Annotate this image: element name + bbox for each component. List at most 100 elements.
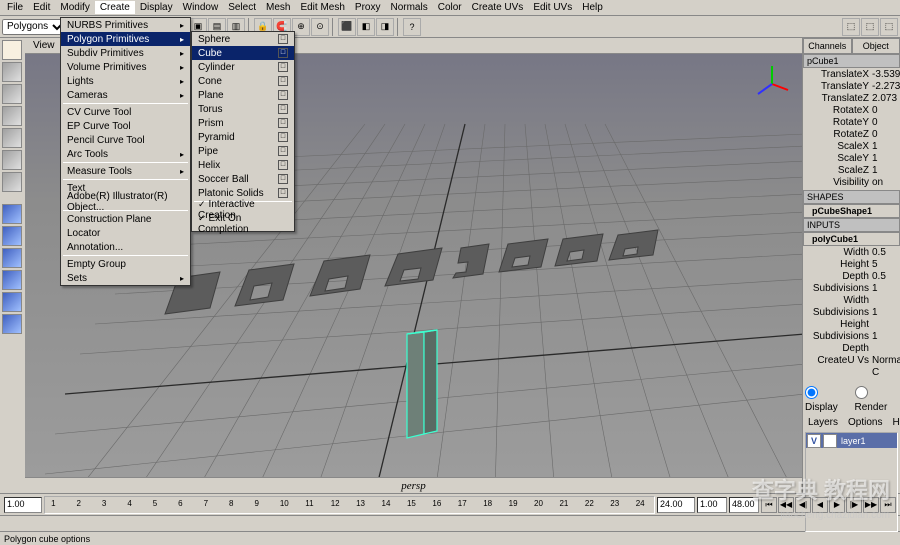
tab-channels[interactable]: Channels (803, 38, 852, 54)
attr-value[interactable]: 1 (869, 331, 897, 355)
layout-hyper-icon[interactable] (2, 292, 22, 312)
menu-mesh[interactable]: Mesh (261, 1, 295, 14)
layer-menu-item[interactable]: Options (845, 417, 885, 428)
menu-item[interactable]: Volume Primitives (61, 60, 190, 74)
attr-value[interactable]: 5 (869, 259, 897, 271)
menu-edit mesh[interactable]: Edit Mesh (295, 1, 349, 14)
layer-row[interactable]: V layer1 (806, 433, 897, 448)
viewport-menu-item[interactable]: View (29, 40, 59, 51)
submenu-item[interactable]: Prism□ (192, 116, 294, 130)
submenu-item[interactable]: Helix□ (192, 158, 294, 172)
menu-window[interactable]: Window (178, 1, 224, 14)
render-radio[interactable]: Render (855, 386, 899, 413)
layer-type-icon[interactable] (823, 434, 837, 448)
submenu-item[interactable]: Cube□ (192, 46, 294, 60)
attr-value[interactable]: 1 (869, 153, 897, 165)
attr-value[interactable]: -2.273 (869, 81, 897, 93)
timeline-ruler[interactable]: 123456789101112131415161718192021222324 (44, 496, 655, 514)
menu-item[interactable]: Arc Tools (61, 147, 190, 161)
shape-node[interactable]: pCubeShape1 (803, 204, 900, 218)
menu-edit uvs[interactable]: Edit UVs (528, 1, 577, 14)
input-node[interactable]: polyCube1 (803, 232, 900, 246)
submenu-item[interactable]: Soccer Ball□ (192, 172, 294, 186)
tool-icon[interactable]: ⬚ (842, 18, 860, 36)
attr-value[interactable]: -3.539 (869, 69, 897, 81)
attr-value[interactable]: 1 (869, 165, 897, 177)
submenu-item[interactable]: Cylinder□ (192, 60, 294, 74)
attr-value[interactable]: 2.073 (869, 93, 897, 105)
menu-item[interactable]: Locator (61, 226, 190, 240)
scale-tool-icon[interactable] (2, 128, 22, 148)
submenu-item[interactable]: Cone□ (192, 74, 294, 88)
tool-icon[interactable]: ◧ (357, 18, 375, 36)
menu-item[interactable]: Annotation... (61, 240, 190, 254)
menu-item[interactable]: CV Curve Tool (61, 105, 190, 119)
anim-start-field[interactable]: 1.00 (697, 497, 727, 513)
tab-object[interactable]: Object (852, 38, 900, 54)
attr-value[interactable]: 1 (869, 283, 897, 307)
submenu-item[interactable]: Plane□ (192, 88, 294, 102)
menu-item[interactable]: NURBS Primitives (61, 18, 190, 32)
tool-icon[interactable]: ◨ (376, 18, 394, 36)
range-end-field[interactable]: 24.00 (657, 497, 695, 513)
menu-create uvs[interactable]: Create UVs (467, 1, 529, 14)
layer-menu-item[interactable]: Help (889, 417, 900, 428)
menu-item[interactable]: Pencil Curve Tool (61, 133, 190, 147)
menu-file[interactable]: File (2, 1, 28, 14)
menu-item[interactable]: Measure Tools (61, 164, 190, 178)
manip-tool-icon[interactable] (2, 150, 22, 170)
menu-item[interactable]: Subdiv Primitives (61, 46, 190, 60)
layout-four-icon[interactable] (2, 226, 22, 246)
soft-tool-icon[interactable] (2, 172, 22, 192)
move-tool-icon[interactable] (2, 84, 22, 104)
select-tool-icon[interactable] (2, 40, 22, 60)
submenu-item[interactable]: Sphere□ (192, 32, 294, 46)
attr-value[interactable]: 0.5 (869, 247, 897, 259)
node-name[interactable]: pCube1 (803, 54, 900, 68)
layout-outliner-icon[interactable] (2, 270, 22, 290)
menu-display[interactable]: Display (135, 1, 178, 14)
menu-edit[interactable]: Edit (28, 1, 55, 14)
menu-select[interactable]: Select (223, 1, 261, 14)
menu-create[interactable]: Create (95, 1, 135, 14)
attr-value[interactable]: Normalize C (869, 355, 897, 379)
range-start-field[interactable]: 1.00 (4, 497, 42, 513)
submenu-item[interactable]: Pyramid□ (192, 130, 294, 144)
menu-item[interactable]: Construction Plane (61, 212, 190, 226)
tool-icon[interactable]: ⬛ (338, 18, 356, 36)
tool-icon[interactable]: ⊙ (311, 18, 329, 36)
rotate-tool-icon[interactable] (2, 106, 22, 126)
menu-help[interactable]: Help (577, 1, 608, 14)
layout-graph-icon[interactable] (2, 314, 22, 334)
attr-value[interactable]: 0 (869, 105, 897, 117)
attr-value[interactable]: 1 (869, 307, 897, 331)
menu-color[interactable]: Color (433, 1, 467, 14)
submenu-item[interactable]: Exit On Completion (192, 217, 294, 231)
tool-icon[interactable]: ? (403, 18, 421, 36)
tool-icon[interactable]: ⬚ (861, 18, 879, 36)
menu-item[interactable]: Polygon Primitives (61, 32, 190, 46)
menu-modify[interactable]: Modify (55, 1, 94, 14)
menu-proxy[interactable]: Proxy (350, 1, 386, 14)
layer-menu-item[interactable]: Layers (805, 417, 841, 428)
command-line[interactable] (0, 515, 900, 531)
attr-value[interactable]: 0 (869, 117, 897, 129)
menu-item[interactable]: Empty Group (61, 257, 190, 271)
display-radio[interactable]: Display (805, 386, 849, 413)
module-selector[interactable]: Polygons (2, 19, 66, 35)
submenu-item[interactable]: Platonic Solids□ (192, 186, 294, 200)
submenu-item[interactable]: Pipe□ (192, 144, 294, 158)
menu-item[interactable]: Adobe(R) Illustrator(R) Object... (61, 195, 190, 209)
attr-value[interactable]: on (869, 177, 897, 189)
attr-value[interactable]: 0.5 (869, 271, 897, 283)
menu-item[interactable]: EP Curve Tool (61, 119, 190, 133)
layer-visibility-icon[interactable]: V (807, 434, 821, 448)
menu-item[interactable]: Lights (61, 74, 190, 88)
attr-value[interactable]: 1 (869, 141, 897, 153)
menu-item[interactable]: Sets (61, 271, 190, 285)
tool-icon[interactable]: ⬚ (880, 18, 898, 36)
menu-item[interactable]: Cameras (61, 88, 190, 102)
lasso-tool-icon[interactable] (2, 62, 22, 82)
menu-normals[interactable]: Normals (385, 1, 432, 14)
attr-value[interactable]: 0 (869, 129, 897, 141)
